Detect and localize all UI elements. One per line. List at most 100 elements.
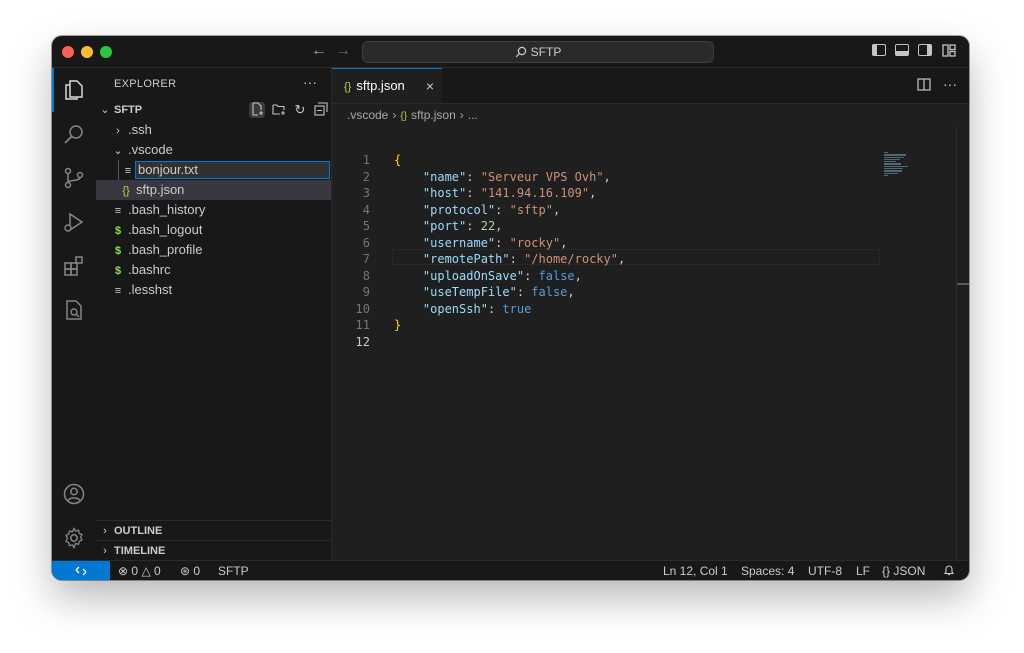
new-folder-icon[interactable]	[271, 102, 287, 118]
rename-file-input[interactable]	[135, 161, 330, 179]
tree-file-bash-profile[interactable]: $ .bash_profile	[96, 240, 331, 260]
more-actions-icon[interactable]: ···	[943, 76, 957, 92]
code-line[interactable]: 11}	[332, 317, 892, 334]
minimize-window-button[interactable]	[81, 46, 93, 58]
code-line[interactable]: 8 "uploadOnSave": false,	[332, 268, 892, 285]
tree-item-label: sftp.json	[136, 182, 185, 197]
chevron-down-icon: ⌄	[100, 104, 110, 116]
scrollbar-track[interactable]	[956, 126, 957, 560]
json-file-icon: {}	[344, 81, 352, 93]
indentation-setting[interactable]: Spaces: 4	[741, 561, 794, 580]
breadcrumb-item[interactable]: ...	[468, 108, 478, 122]
chevron-right-icon: ›	[103, 525, 107, 537]
account-icon[interactable]	[62, 482, 86, 506]
code-line[interactable]: 2 "name": "Serveur VPS Ovh",	[332, 169, 892, 186]
minimap[interactable]	[884, 152, 914, 177]
split-editor-icon[interactable]	[917, 78, 931, 91]
line-number: 3	[362, 186, 370, 200]
run-debug-icon[interactable]	[62, 210, 86, 234]
shell-file-icon: $	[114, 245, 122, 257]
breadcrumb: .vscode ›{} sftp.json ›...	[347, 104, 478, 126]
code-line[interactable]: 9 "useTempFile": false,	[332, 284, 892, 301]
text-file-icon: ≡	[114, 205, 122, 217]
refresh-icon[interactable]: ↻	[292, 102, 308, 118]
problems-indicator[interactable]: ⊗ 0 △ 0	[118, 561, 161, 580]
eol-setting[interactable]: LF	[856, 561, 870, 580]
toggle-primary-sidebar-icon[interactable]	[872, 44, 886, 56]
new-file-icon[interactable]	[249, 102, 265, 118]
chevron-right-icon: ›	[103, 545, 107, 557]
code-line[interactable]: 4 "protocol": "sftp",	[332, 202, 892, 219]
breadcrumb-item[interactable]: sftp.json	[411, 108, 456, 122]
search-icon[interactable]	[62, 122, 86, 146]
search-icon	[515, 46, 526, 58]
explorer-files-icon[interactable]	[62, 78, 86, 102]
line-number: 9	[362, 285, 370, 299]
code-text: "remotePath": "/home/rocky",	[422, 252, 626, 266]
more-actions-icon[interactable]: ···	[303, 74, 317, 90]
close-icon[interactable]: ×	[426, 69, 434, 103]
maximize-window-button[interactable]	[100, 46, 112, 58]
code-line[interactable]: 10 "openSsh": true	[332, 301, 892, 318]
code-line[interactable]: 6 "username": "rocky",	[332, 235, 892, 252]
timeline-header[interactable]: › TIMELINE	[96, 541, 331, 561]
extensions-icon[interactable]	[62, 254, 86, 278]
timeline-label: TIMELINE	[114, 545, 166, 557]
source-control-icon[interactable]	[62, 166, 86, 190]
shell-file-icon: $	[114, 225, 122, 237]
tree-item-label: .bash_history	[128, 202, 206, 217]
tree-file-lesshst[interactable]: ≡ .lesshst	[96, 280, 331, 300]
remote-icon	[75, 566, 87, 576]
code-text: "name": "Serveur VPS Ovh",	[422, 169, 611, 184]
remote-explorer-icon[interactable]	[62, 298, 86, 322]
collapse-all-icon[interactable]	[313, 102, 329, 118]
tree-file-sftp-json[interactable]: {} sftp.json	[96, 180, 331, 200]
title-bar: ← → SFTP	[52, 36, 969, 68]
close-window-button[interactable]	[62, 46, 74, 58]
breadcrumb-item[interactable]: .vscode	[347, 108, 388, 122]
bell-icon[interactable]	[943, 561, 955, 580]
editor-area: {} sftp.json × ··· .vscode ›{} sftp.json ›..…	[332, 68, 969, 560]
chevron-right-icon: ›	[392, 108, 397, 122]
tree-item-label: .vscode	[128, 142, 173, 157]
outline-header[interactable]: › OUTLINE	[96, 521, 331, 541]
tree-file-bashrc[interactable]: $ .bashrc	[96, 260, 331, 280]
code-editor[interactable]: 1{2 "name": "Serveur VPS Ovh", 3 "host": …	[332, 152, 892, 350]
toggle-secondary-sidebar-icon[interactable]	[918, 44, 932, 56]
tree-item-label: .bash_profile	[128, 242, 203, 257]
encoding-setting[interactable]: UTF-8	[808, 561, 842, 580]
json-file-icon: {}	[122, 185, 130, 197]
line-number: 12	[355, 334, 370, 349]
json-file-icon: {}	[400, 111, 408, 122]
tree-folder-vscode[interactable]: ⌄ .vscode	[96, 140, 331, 160]
command-center-search[interactable]: SFTP	[362, 41, 714, 63]
code-line[interactable]: 12	[332, 334, 892, 351]
json-braces-icon: {}	[882, 564, 891, 578]
tree-file-bash-logout[interactable]: $ .bash_logout	[96, 220, 331, 240]
gear-icon[interactable]	[62, 526, 86, 550]
remote-indicator-button[interactable]	[52, 561, 110, 580]
scroll-position-marker	[957, 283, 969, 285]
code-line[interactable]: 5 "port": 22,	[332, 218, 892, 235]
code-text: "port": 22,	[422, 219, 503, 233]
code-line[interactable]: 1{	[332, 152, 892, 169]
toggle-panel-icon[interactable]	[895, 44, 909, 56]
line-number: 11	[355, 318, 370, 332]
tree-folder-ssh[interactable]: › .ssh	[96, 120, 331, 140]
customize-layout-icon[interactable]	[942, 44, 956, 57]
ports-indicator[interactable]: ⊛ 0	[180, 561, 200, 580]
code-text: "protocol": "sftp",	[422, 202, 561, 217]
cursor-position[interactable]: Ln 12, Col 1	[663, 561, 728, 580]
code-line[interactable]: 3 "host": "141.94.16.109",	[332, 185, 892, 202]
code-text: {	[394, 153, 402, 167]
command-center-label: SFTP	[530, 45, 562, 59]
language-mode[interactable]: {} JSON	[882, 561, 925, 580]
sftp-status[interactable]: SFTP	[218, 561, 249, 580]
tree-file-bash-history[interactable]: ≡ .bash_history	[96, 200, 331, 220]
tab-sftp-json[interactable]: {} sftp.json ×	[332, 68, 442, 103]
back-arrow-icon[interactable]: ←	[311, 41, 327, 61]
line-number: 2	[362, 169, 370, 184]
code-text: }	[394, 318, 402, 332]
forward-arrow-icon[interactable]: →	[335, 41, 351, 61]
code-line[interactable]: 7 "remotePath": "/home/rocky",	[332, 251, 892, 268]
